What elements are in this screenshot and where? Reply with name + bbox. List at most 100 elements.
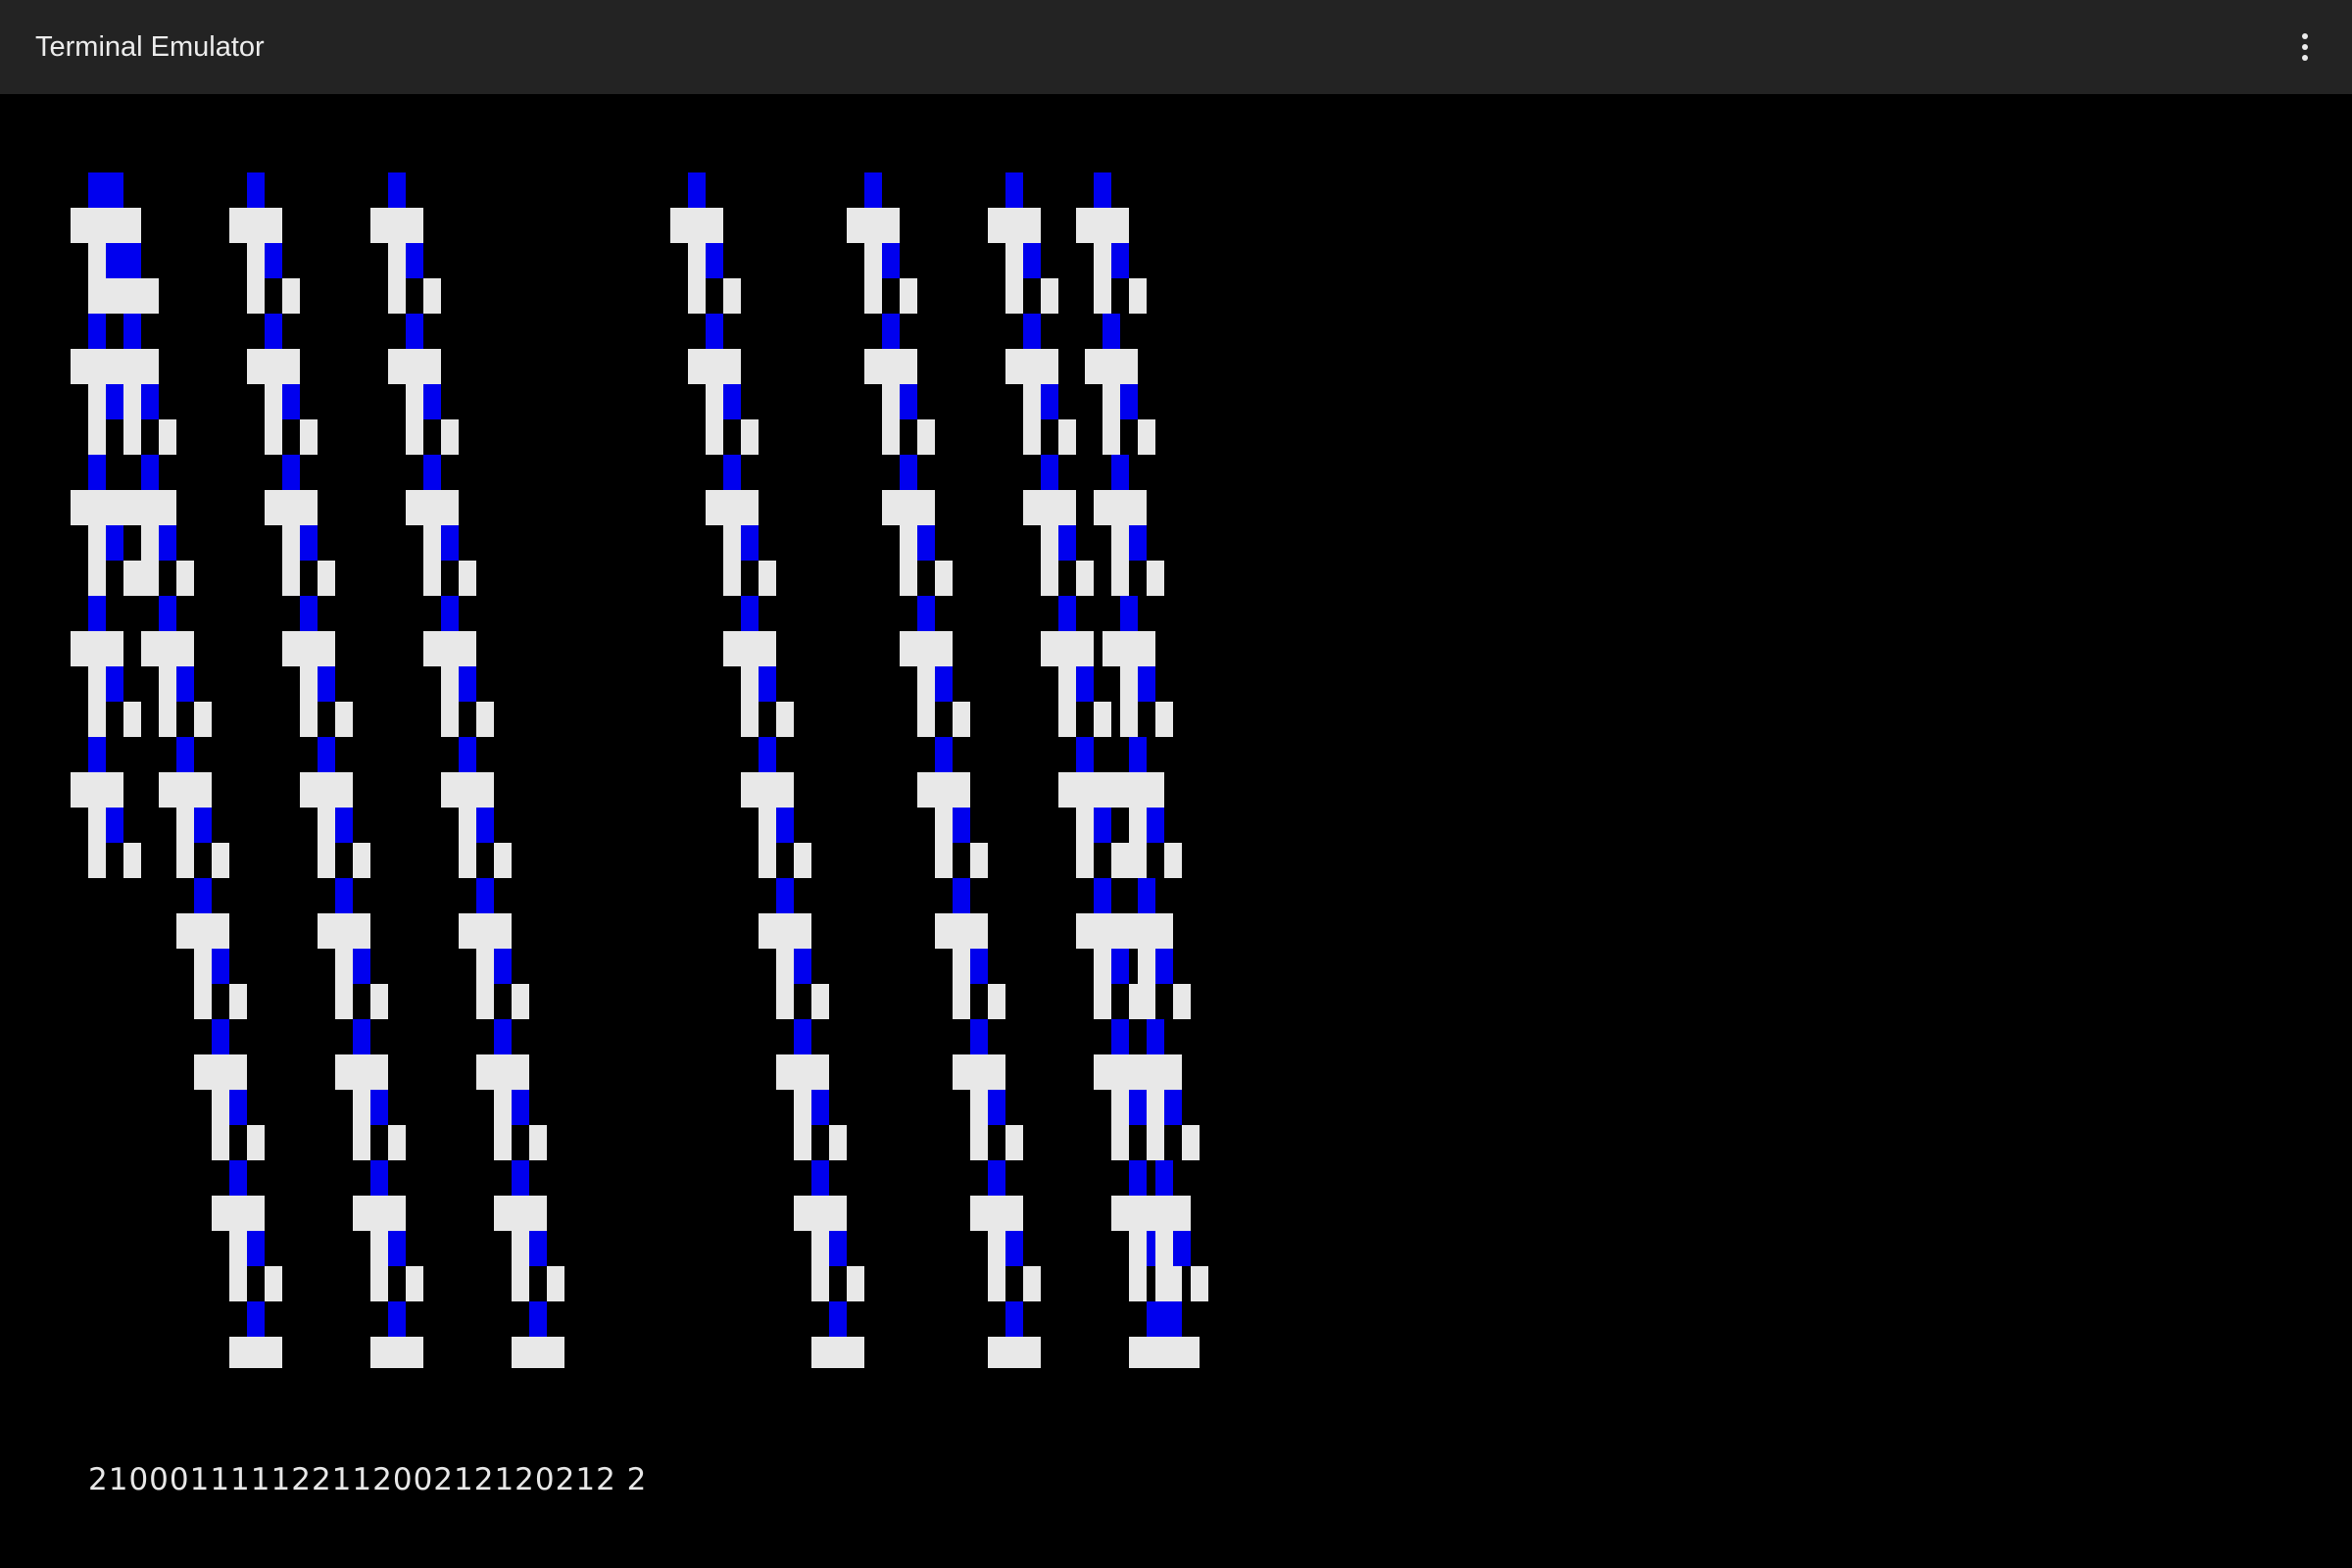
block-cell xyxy=(229,1231,247,1266)
block-cell xyxy=(123,702,141,737)
block-cell xyxy=(459,561,476,596)
block-cell xyxy=(406,384,423,419)
block-cell xyxy=(1094,172,1111,208)
block-cell xyxy=(123,243,141,278)
block-cell xyxy=(988,1231,1005,1266)
block-cell xyxy=(353,843,370,878)
title-bar: Terminal Emulator xyxy=(0,0,2352,94)
block-cell xyxy=(917,419,935,455)
terminal-block-art xyxy=(71,172,1208,1368)
block-cell xyxy=(441,419,459,455)
block-cell xyxy=(247,1125,265,1160)
block-cell xyxy=(953,878,970,913)
block-cell xyxy=(811,984,829,1019)
block-cell xyxy=(247,1231,265,1266)
block-cell xyxy=(688,349,741,384)
block-cell xyxy=(88,384,106,419)
block-cell xyxy=(1023,243,1041,278)
block-cell xyxy=(529,1301,547,1337)
block-cell xyxy=(1155,949,1173,984)
block-cell xyxy=(459,666,476,702)
block-cell xyxy=(811,1090,829,1125)
block-cell xyxy=(723,455,741,490)
block-cell xyxy=(935,737,953,772)
block-cell xyxy=(1182,1125,1200,1160)
block-cell xyxy=(318,808,335,843)
block-cell xyxy=(706,419,723,455)
block-cell xyxy=(1005,243,1023,278)
block-cell xyxy=(423,278,441,314)
block-cell xyxy=(953,949,970,984)
block-cell xyxy=(441,666,459,702)
block-cell xyxy=(1041,455,1058,490)
block-cell xyxy=(494,1019,512,1054)
block-cell xyxy=(1129,737,1147,772)
block-cell xyxy=(741,702,759,737)
block-cell xyxy=(1076,808,1094,843)
block-cell xyxy=(1138,1196,1191,1231)
block-cell xyxy=(864,172,882,208)
block-cell xyxy=(229,1266,247,1301)
block-cell xyxy=(829,1125,847,1160)
block-cell xyxy=(441,702,459,737)
block-cell xyxy=(1076,843,1094,878)
block-cell xyxy=(1005,1231,1023,1266)
block-cell xyxy=(1005,278,1023,314)
block-cell xyxy=(123,843,141,878)
block-cell xyxy=(388,172,406,208)
block-cell xyxy=(917,596,935,631)
block-cell xyxy=(1041,278,1058,314)
block-cell xyxy=(194,702,212,737)
block-cell xyxy=(282,384,300,419)
overflow-menu-icon[interactable] xyxy=(2287,29,2323,65)
block-cell xyxy=(1023,384,1041,419)
block-cell xyxy=(159,772,212,808)
block-cell xyxy=(670,208,723,243)
block-cell xyxy=(512,1160,529,1196)
block-cell xyxy=(988,1160,1005,1196)
block-cell xyxy=(459,737,476,772)
block-cell xyxy=(123,561,141,596)
block-cell xyxy=(829,1231,847,1266)
block-cell xyxy=(1129,525,1147,561)
block-cell xyxy=(1129,1231,1147,1266)
block-cell xyxy=(1023,490,1076,525)
block-cell xyxy=(970,949,988,984)
terminal-output-line: 21000111112211200212120212 2 xyxy=(88,1462,648,1497)
block-cell xyxy=(1147,561,1164,596)
block-cell xyxy=(247,278,265,314)
block-cell xyxy=(917,772,970,808)
block-cell xyxy=(1111,772,1164,808)
block-cell xyxy=(423,561,441,596)
terminal-screen[interactable]: 21000111112211200212120212 2 xyxy=(0,94,2352,1568)
block-cell xyxy=(1155,1266,1173,1301)
block-cell xyxy=(1023,419,1041,455)
block-cell xyxy=(1155,702,1173,737)
block-cell xyxy=(353,1196,406,1231)
block-cell xyxy=(1129,1266,1147,1301)
block-cell xyxy=(71,349,123,384)
block-cell xyxy=(1005,1301,1023,1337)
block-cell xyxy=(1111,561,1129,596)
block-cell xyxy=(176,843,194,878)
block-cell xyxy=(212,1019,229,1054)
block-cell xyxy=(1120,913,1173,949)
block-cell xyxy=(370,1231,388,1266)
block-cell xyxy=(1129,1160,1147,1196)
block-cell xyxy=(1111,949,1129,984)
block-cell xyxy=(476,702,494,737)
block-cell xyxy=(1102,314,1120,349)
block-cell xyxy=(335,949,353,984)
block-cell xyxy=(882,314,900,349)
block-cell xyxy=(776,1054,829,1090)
block-cell xyxy=(318,561,335,596)
block-cell xyxy=(370,1266,388,1301)
block-cell xyxy=(988,208,1041,243)
block-cell xyxy=(423,455,441,490)
block-cell xyxy=(882,490,935,525)
block-cell xyxy=(1173,984,1191,1019)
block-cell xyxy=(512,1337,564,1368)
block-cell xyxy=(1111,525,1129,561)
block-cell xyxy=(141,455,159,490)
block-cell xyxy=(1129,278,1147,314)
